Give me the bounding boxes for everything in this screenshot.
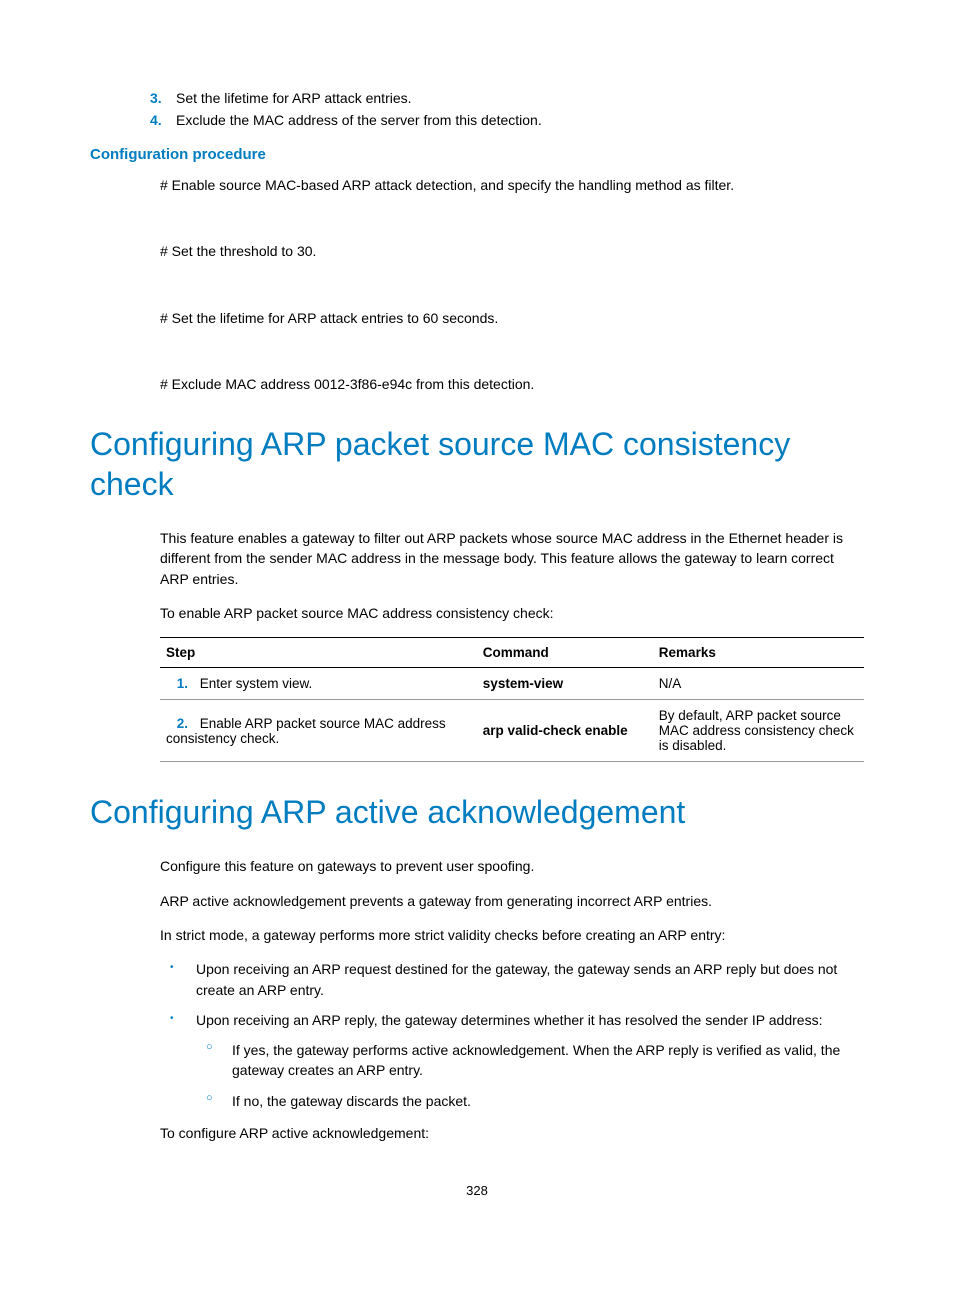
- sub-bullet-list: If yes, the gateway performs active ackn…: [196, 1040, 864, 1111]
- table-header-row: Step Command Remarks: [160, 638, 864, 668]
- config-procedure-heading: Configuration procedure: [90, 146, 864, 163]
- td-command: arp valid-check enable: [477, 700, 653, 762]
- section-heading-consistency-check: Configuring ARP packet source MAC consis…: [90, 424, 864, 504]
- td-remarks: N/A: [653, 668, 864, 700]
- section-heading-active-ack: Configuring ARP active acknowledgement: [90, 792, 864, 832]
- step-number: 2.: [166, 716, 188, 731]
- config-step-text: # Enable source MAC-based ARP attack det…: [160, 175, 864, 195]
- list-number: 4.: [150, 112, 176, 128]
- numbered-list-continued: 3. Set the lifetime for ARP attack entri…: [90, 90, 864, 128]
- page-number: 328: [90, 1183, 864, 1198]
- paragraph: This feature enables a gateway to filter…: [160, 528, 864, 589]
- list-text: Exclude the MAC address of the server fr…: [176, 112, 542, 128]
- table-row: 1. Enter system view. system-view N/A: [160, 668, 864, 700]
- step-text: Enter system view.: [200, 676, 313, 691]
- paragraph: To configure ARP active acknowledgement:: [160, 1123, 864, 1143]
- td-step: 1. Enter system view.: [160, 668, 477, 700]
- list-item: 4. Exclude the MAC address of the server…: [90, 112, 864, 128]
- list-number: 3.: [150, 90, 176, 106]
- config-step-text: # Exclude MAC address 0012-3f86-e94c fro…: [160, 374, 864, 394]
- td-remarks: By default, ARP packet source MAC addres…: [653, 700, 864, 762]
- bullet-text: Upon receiving an ARP reply, the gateway…: [196, 1012, 822, 1028]
- step-text: Enable ARP packet source MAC address con…: [166, 716, 446, 746]
- table-row: 2. Enable ARP packet source MAC address …: [160, 700, 864, 762]
- list-text: Set the lifetime for ARP attack entries.: [176, 90, 412, 106]
- step-number: 1.: [166, 676, 188, 691]
- paragraph: Configure this feature on gateways to pr…: [160, 856, 864, 876]
- config-step-text: # Set the threshold to 30.: [160, 241, 864, 261]
- th-command: Command: [477, 638, 653, 668]
- paragraph: To enable ARP packet source MAC address …: [160, 603, 864, 623]
- th-remarks: Remarks: [653, 638, 864, 668]
- bullet-list: Upon receiving an ARP request destined f…: [160, 959, 864, 1111]
- paragraph: In strict mode, a gateway performs more …: [160, 925, 864, 945]
- section-body: Configure this feature on gateways to pr…: [90, 856, 864, 1143]
- section-body: This feature enables a gateway to filter…: [90, 528, 864, 762]
- bullet-item: Upon receiving an ARP reply, the gateway…: [160, 1010, 864, 1111]
- list-item: 3. Set the lifetime for ARP attack entri…: [90, 90, 864, 106]
- config-steps-block: # Enable source MAC-based ARP attack det…: [90, 175, 864, 394]
- config-step-text: # Set the lifetime for ARP attack entrie…: [160, 308, 864, 328]
- bullet-item: Upon receiving an ARP request destined f…: [160, 959, 864, 1000]
- paragraph: ARP active acknowledgement prevents a ga…: [160, 891, 864, 911]
- th-step: Step: [160, 638, 477, 668]
- sub-bullet-item: If yes, the gateway performs active ackn…: [196, 1040, 864, 1081]
- td-command: system-view: [477, 668, 653, 700]
- sub-bullet-item: If no, the gateway discards the packet.: [196, 1091, 864, 1111]
- config-table: Step Command Remarks 1. Enter system vie…: [160, 637, 864, 762]
- document-page: 3. Set the lifetime for ARP attack entri…: [0, 0, 954, 1238]
- td-step: 2. Enable ARP packet source MAC address …: [160, 700, 477, 762]
